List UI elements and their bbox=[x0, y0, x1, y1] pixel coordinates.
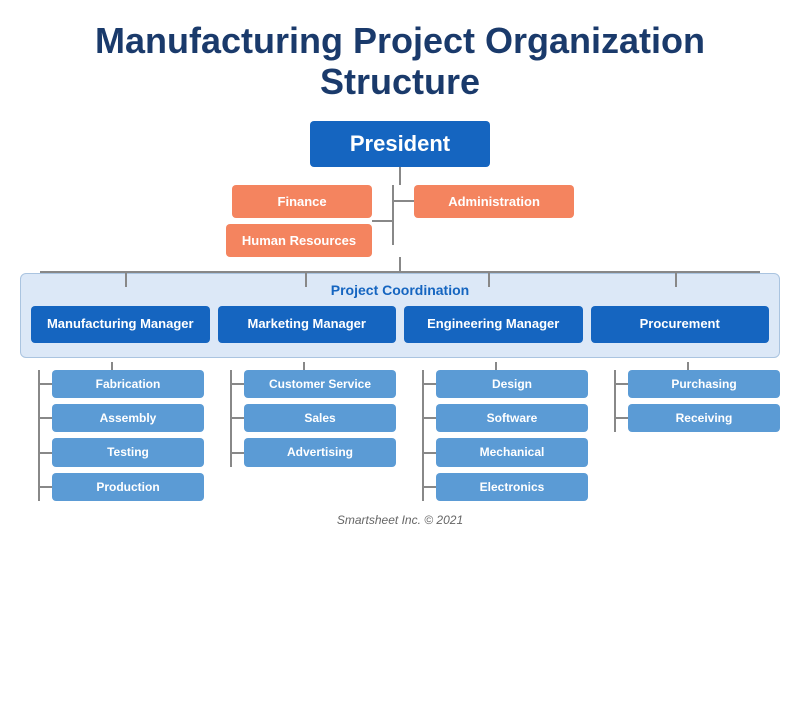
sub-item-electronics: Electronics bbox=[424, 473, 588, 501]
sub-item-design: Design bbox=[424, 370, 588, 398]
manuf-sub-col: Fabrication Assembly Testing Produc bbox=[20, 362, 204, 502]
sub-item-receiving: Receiving bbox=[616, 404, 780, 432]
eng-v-container bbox=[404, 370, 424, 502]
left-h-line bbox=[372, 220, 392, 222]
president-box: President bbox=[310, 121, 490, 167]
sales-h bbox=[232, 417, 244, 419]
eng-v-top bbox=[495, 362, 497, 370]
fabrication-box: Fabrication bbox=[52, 370, 204, 398]
marketing-manager-col: Marketing Manager bbox=[218, 306, 397, 343]
sub-item-customer-service: Customer Service bbox=[232, 370, 396, 398]
president-section: President Finance Human Resources bbox=[20, 121, 780, 501]
proc-sub-body: Purchasing Receiving bbox=[596, 370, 780, 433]
asm-h bbox=[40, 417, 52, 419]
advertising-box: Advertising bbox=[244, 438, 396, 466]
prd-h bbox=[40, 486, 52, 488]
mech-h bbox=[424, 452, 436, 454]
proj-coord-label: Project Coordination bbox=[331, 282, 469, 298]
sub-item-fabrication: Fabrication bbox=[40, 370, 204, 398]
manuf-v-top bbox=[111, 362, 113, 370]
mktg-v-container bbox=[212, 370, 232, 467]
page-title: Manufacturing Project Organization Struc… bbox=[20, 20, 780, 103]
procurement-box: Procurement bbox=[591, 306, 770, 343]
mktg-sub-list: Customer Service Sales Advertising bbox=[232, 370, 396, 467]
sales-box: Sales bbox=[244, 404, 396, 432]
sub-item-production: Production bbox=[40, 473, 204, 501]
mktg-sub-col: Customer Service Sales Advertising bbox=[212, 362, 396, 467]
cs-h bbox=[232, 383, 244, 385]
sub-item-purchasing: Purchasing bbox=[616, 370, 780, 398]
pres-to-managers-v bbox=[399, 257, 401, 271]
proc-sub-list: Purchasing Receiving bbox=[616, 370, 780, 433]
mechanical-box: Mechanical bbox=[436, 438, 588, 466]
manuf-sub-list: Fabrication Assembly Testing Produc bbox=[40, 370, 204, 502]
proc-v-top bbox=[687, 362, 689, 370]
tick1 bbox=[125, 273, 127, 287]
tick3 bbox=[488, 273, 490, 287]
production-box: Production bbox=[52, 473, 204, 501]
sub-item-software: Software bbox=[424, 404, 588, 432]
tst-h bbox=[40, 452, 52, 454]
tick4 bbox=[675, 273, 677, 287]
managers-row: Manufacturing Manager Marketing Manager … bbox=[31, 306, 769, 343]
customer-service-box: Customer Service bbox=[244, 370, 396, 398]
managers-h-line bbox=[40, 271, 760, 273]
left-staff-boxes: Finance Human Resources bbox=[226, 185, 372, 257]
eng-sub-list: Design Software Mechanical Electron bbox=[424, 370, 588, 502]
footer: Smartsheet Inc. © 2021 bbox=[337, 513, 463, 527]
eng-sub-col: Design Software Mechanical Electron bbox=[404, 362, 588, 502]
sub-item-testing: Testing bbox=[40, 438, 204, 466]
mktg-v-top bbox=[303, 362, 305, 370]
assembly-box: Assembly bbox=[52, 404, 204, 432]
left-staff-col: Finance Human Resources bbox=[226, 185, 392, 257]
proc-v-container bbox=[596, 370, 616, 433]
mktg-sub-body: Customer Service Sales Advertising bbox=[212, 370, 396, 467]
sub-item-sales: Sales bbox=[232, 404, 396, 432]
proj-coord-section: Project Coordination Manufacturing Manag… bbox=[20, 273, 780, 358]
manuf-v-container bbox=[20, 370, 40, 502]
sub-item-advertising: Advertising bbox=[232, 438, 396, 466]
manuf-sub-body: Fabrication Assembly Testing Produc bbox=[20, 370, 204, 502]
receiving-box: Receiving bbox=[628, 404, 780, 432]
sub-item-assembly: Assembly bbox=[40, 404, 204, 432]
fab-h bbox=[40, 383, 52, 385]
manufacturing-manager-box: Manufacturing Manager bbox=[31, 306, 210, 343]
pur-h bbox=[616, 383, 628, 385]
procurement-col: Procurement bbox=[591, 306, 770, 343]
design-box: Design bbox=[436, 370, 588, 398]
marketing-manager-box: Marketing Manager bbox=[218, 306, 397, 343]
des-h bbox=[424, 383, 436, 385]
adv-h bbox=[232, 452, 244, 454]
proc-sub-col: Purchasing Receiving bbox=[596, 362, 780, 433]
rec-h bbox=[616, 417, 628, 419]
eng-sub-body: Design Software Mechanical Electron bbox=[404, 370, 588, 502]
sub-items-row: Fabrication Assembly Testing Produc bbox=[20, 362, 780, 502]
administration-box: Administration bbox=[414, 185, 574, 218]
finance-box: Finance bbox=[232, 185, 372, 218]
pres-h-row: Finance Human Resources Administration bbox=[20, 185, 780, 257]
sub-item-mechanical: Mechanical bbox=[424, 438, 588, 466]
engineering-manager-col: Engineering Manager bbox=[404, 306, 583, 343]
right-h-line bbox=[394, 200, 414, 202]
purchasing-box: Purchasing bbox=[628, 370, 780, 398]
right-staff-col: Administration bbox=[394, 185, 574, 218]
engineering-manager-box: Engineering Manager bbox=[404, 306, 583, 343]
testing-box: Testing bbox=[52, 438, 204, 466]
human-resources-box: Human Resources bbox=[226, 224, 372, 257]
pres-v-line bbox=[399, 167, 401, 185]
sw-h bbox=[424, 417, 436, 419]
left-h-connector: Finance Human Resources bbox=[226, 185, 392, 257]
elec-h bbox=[424, 486, 436, 488]
main-container: Manufacturing Project Organization Struc… bbox=[20, 20, 780, 527]
software-box: Software bbox=[436, 404, 588, 432]
electronics-box: Electronics bbox=[436, 473, 588, 501]
tick2 bbox=[305, 273, 307, 287]
manufacturing-manager-col: Manufacturing Manager bbox=[31, 306, 210, 343]
